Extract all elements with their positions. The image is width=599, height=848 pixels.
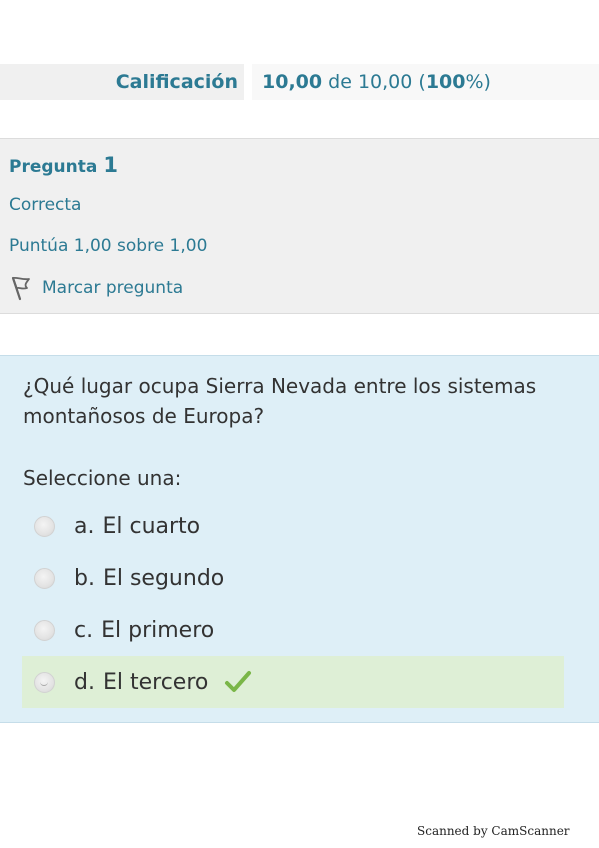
question-title-word: Pregunta bbox=[9, 157, 98, 177]
radio-button[interactable] bbox=[34, 515, 55, 537]
answer-text: El primero bbox=[101, 617, 215, 643]
grade-value: 10,00 de 10,00 ( 100 %) bbox=[252, 64, 599, 100]
scanner-watermark: Scanned by CamScanner bbox=[417, 824, 570, 838]
flag-icon bbox=[9, 275, 33, 301]
answer-letter: b. bbox=[74, 565, 95, 591]
question-content-box: ¿Qué lugar ocupa Sierra Nevada entre los… bbox=[0, 355, 599, 723]
grade-percent: 100 bbox=[425, 71, 466, 93]
radio-button-selected[interactable] bbox=[34, 671, 55, 693]
answer-option-a[interactable]: a. El cuarto bbox=[22, 500, 564, 552]
answer-option-d[interactable]: d. El tercero bbox=[22, 656, 564, 708]
question-number: 1 bbox=[103, 153, 118, 177]
grade-label: Calificación bbox=[115, 71, 238, 93]
grade-summary: Calificación 10,00 de 10,00 ( 100 %) bbox=[0, 64, 599, 100]
answer-option-b[interactable]: b. El segundo bbox=[22, 552, 564, 604]
answer-letter: d. bbox=[74, 669, 95, 695]
question-text: ¿Qué lugar ocupa Sierra Nevada entre los… bbox=[23, 374, 537, 428]
grade-close-paren: %) bbox=[465, 71, 491, 93]
grade-of-word: de bbox=[328, 71, 352, 93]
answer-text: El tercero bbox=[102, 669, 209, 695]
grade-open-paren: ( bbox=[418, 71, 426, 93]
question-title: Pregunta 1 bbox=[9, 153, 118, 177]
answer-prompt: Seleccione una: bbox=[23, 466, 182, 490]
answer-text: El cuarto bbox=[102, 513, 201, 539]
check-icon bbox=[224, 669, 252, 695]
grade-label-cell: Calificación bbox=[0, 64, 244, 100]
answer-letter: c. bbox=[74, 617, 94, 643]
flag-question-link[interactable]: Marcar pregunta bbox=[9, 275, 183, 301]
question-info-box: Pregunta 1 Correcta Puntúa 1,00 sobre 1,… bbox=[0, 138, 599, 314]
grade-divider bbox=[244, 64, 252, 100]
question-score: Puntúa 1,00 sobre 1,00 bbox=[9, 236, 208, 256]
grade-max: 10,00 bbox=[357, 71, 413, 93]
answer-option-c[interactable]: c. El primero bbox=[22, 604, 564, 656]
flag-question-label: Marcar pregunta bbox=[42, 278, 184, 298]
grade-score: 10,00 bbox=[262, 71, 323, 93]
radio-button[interactable] bbox=[34, 567, 55, 589]
radio-button[interactable] bbox=[34, 619, 55, 641]
answer-list: a. El cuarto b. El segundo c. El primero… bbox=[22, 500, 564, 708]
question-state: Correcta bbox=[9, 195, 82, 215]
answer-text: El segundo bbox=[102, 565, 225, 591]
answer-letter: a. bbox=[74, 513, 95, 539]
